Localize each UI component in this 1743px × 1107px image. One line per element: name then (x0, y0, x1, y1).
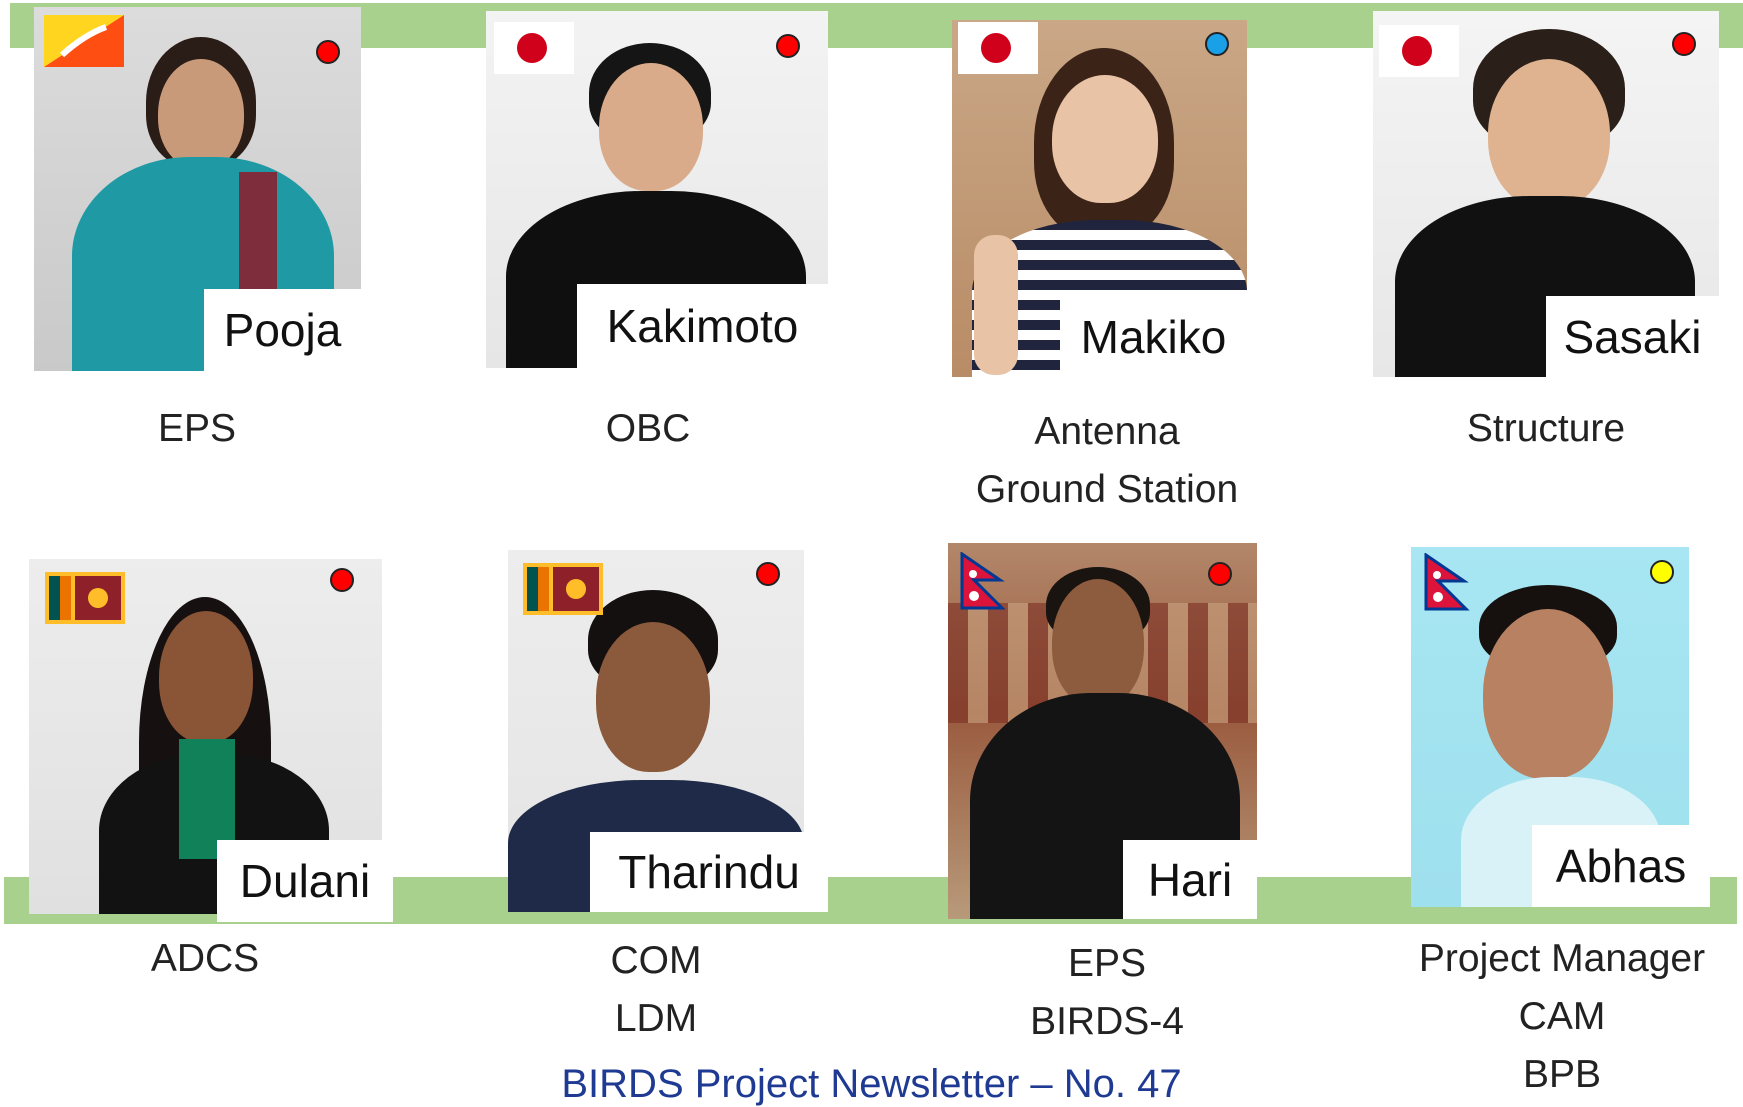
status-dot-red (330, 568, 354, 592)
newsletter-footer: BIRDS Project Newsletter – No. 47 (561, 1062, 1182, 1106)
member-name: Tharindu (590, 832, 828, 912)
status-dot-red (756, 562, 780, 586)
member-name: Kakimoto (577, 284, 828, 368)
status-dot-red (1672, 32, 1696, 56)
sri-lanka-flag-icon (45, 572, 125, 624)
japan-flag-icon (958, 22, 1038, 74)
nepal-flag-icon (960, 551, 1008, 610)
member-role: EPS BIRDS-4 (1030, 942, 1184, 1043)
member-role: COM LDM (610, 939, 702, 1040)
member-name: Sasaki (1546, 296, 1719, 377)
bhutan-flag-icon (44, 15, 124, 67)
status-dot-red (316, 40, 340, 64)
member-name: Makiko (1060, 297, 1247, 377)
member-role: Antenna Ground Station (975, 410, 1239, 511)
sri-lanka-flag-icon (523, 563, 603, 615)
member-role: EPS (157, 407, 237, 450)
member-name: Dulani (217, 840, 393, 922)
status-dot-yellow (1650, 560, 1674, 584)
member-role: Structure (1466, 407, 1626, 450)
japan-flag-icon (1379, 25, 1459, 77)
nepal-flag-icon (1424, 552, 1472, 611)
member-name: Abhas (1532, 825, 1710, 907)
member-name: Hari (1123, 840, 1257, 919)
member-name: Pooja (204, 289, 361, 371)
member-role: ADCS (150, 937, 260, 980)
status-dot-red (776, 34, 800, 58)
japan-flag-icon (494, 22, 574, 74)
status-dot-red (1208, 562, 1232, 586)
status-dot-blue (1205, 32, 1229, 56)
member-role: OBC (605, 407, 691, 450)
